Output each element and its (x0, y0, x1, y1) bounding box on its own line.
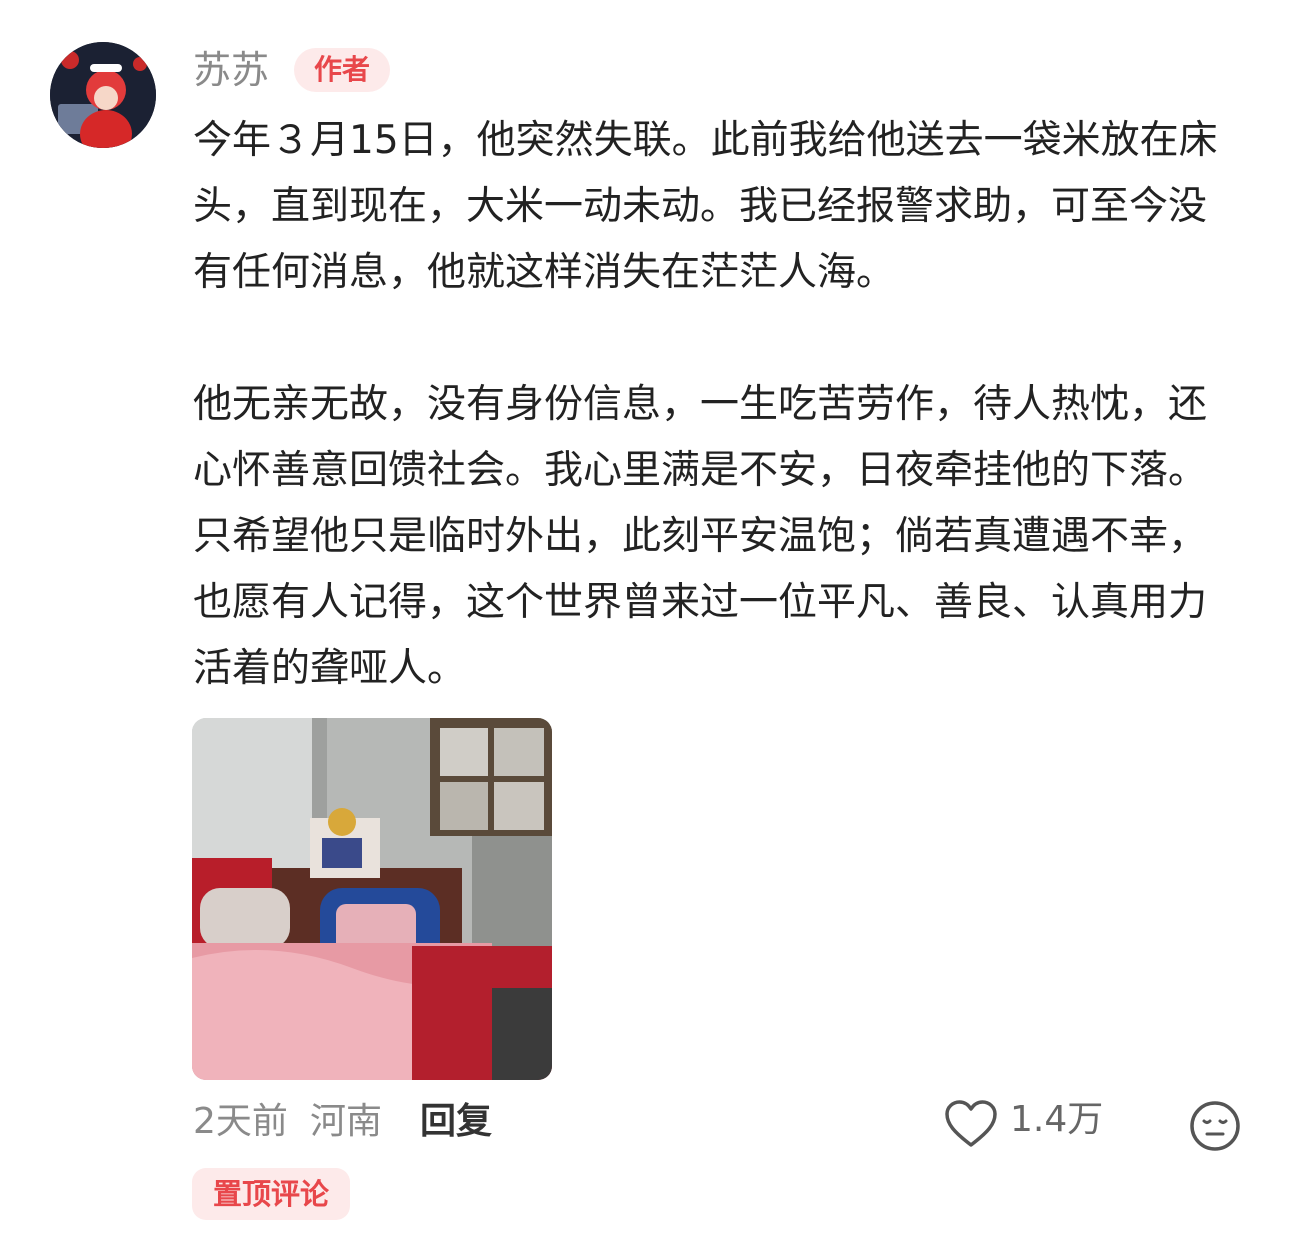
reply-button[interactable]: 回复 (420, 1096, 492, 1148)
like-count: 1.4万 (1010, 1099, 1104, 1140)
heart-icon[interactable] (944, 1099, 998, 1149)
comment-text: 今年３月15日，他突然失联。此前我给他送去一袋米放在床头，直到现在，大米一动未动… (193, 108, 1233, 702)
neutral-face-icon[interactable] (1188, 1099, 1242, 1153)
comment-paragraph: 今年３月15日，他突然失联。此前我给他送去一袋米放在床头，直到现在，大米一动未动… (193, 118, 1218, 295)
pinned-comment-badge: 置顶评论 (192, 1168, 350, 1220)
comment-photo[interactable] (192, 718, 552, 1080)
comment-time: 2天前 (193, 1101, 288, 1142)
author-name[interactable]: 苏苏 (193, 44, 269, 96)
comment-location: 河南 (310, 1101, 383, 1142)
comment-paragraph: 他无亲无故，没有身份信息，一生吃苦劳作，待人热忱，还心怀善意回馈社会。我心里满是… (193, 382, 1208, 691)
author-badge: 作者 (294, 48, 390, 92)
author-avatar[interactable] (50, 42, 156, 148)
